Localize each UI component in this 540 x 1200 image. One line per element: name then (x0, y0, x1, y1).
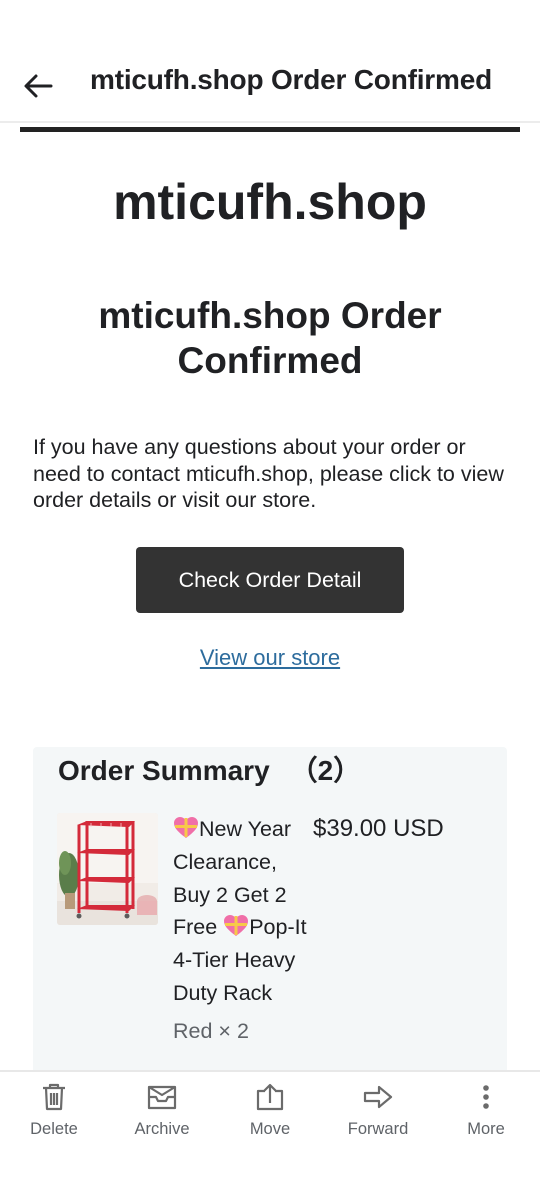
email-body[interactable]: mticufh.shop mticufh.shop Order Confirme… (0, 123, 540, 1070)
product-variant: Red × 2 (173, 1019, 249, 1043)
product-image[interactable] (57, 813, 158, 925)
move-icon (255, 1082, 285, 1112)
trash-icon (39, 1082, 69, 1112)
view-store-link[interactable]: View our store (0, 645, 540, 671)
forward-button[interactable]: Forward (324, 1082, 432, 1152)
archive-button[interactable]: Archive (108, 1082, 216, 1152)
delete-label: Delete (30, 1120, 78, 1138)
archive-label: Archive (134, 1120, 190, 1138)
heart-gift-icon (173, 816, 199, 840)
red-rack-image (57, 813, 158, 925)
move-button[interactable]: Move (216, 1082, 324, 1152)
more-button[interactable]: More (432, 1082, 540, 1152)
order-item-count: （2） (289, 755, 362, 786)
heart-gift-icon (223, 914, 249, 938)
move-label: Move (249, 1120, 291, 1138)
arrow-left-icon (24, 74, 53, 98)
product-name: New Year Clearance, Buy 2 Get 2 Free Pop… (173, 813, 318, 1010)
order-summary-label: Order Summary (58, 755, 270, 786)
header-rule (20, 127, 520, 132)
delete-button[interactable]: Delete (0, 1082, 108, 1152)
order-summary-title: Order Summary （2） (58, 749, 361, 789)
forward-label: Forward (347, 1120, 409, 1138)
product-price: $39.00 USD (313, 815, 444, 842)
forward-icon (363, 1082, 393, 1112)
bottom-action-bar: Delete Archive Move Forward More (0, 1070, 540, 1200)
more-label: More (467, 1120, 505, 1138)
more-vertical-icon (471, 1082, 501, 1112)
top-app-bar: mticufh.shop Order Confirmed (0, 0, 540, 122)
order-summary-card: Order Summary （2） New Year Clearance, Bu… (33, 747, 507, 1070)
intro-paragraph: If you have any questions about your ord… (33, 435, 504, 512)
back-button[interactable] (18, 66, 58, 106)
shop-name: mticufh.shop (113, 174, 427, 230)
archive-icon (147, 1082, 177, 1112)
email-subject-title: mticufh.shop Order Confirmed (90, 64, 492, 95)
check-order-detail-button[interactable]: Check Order Detail (136, 547, 404, 613)
confirmation-heading: mticufh.shop Order Confirmed (98, 295, 442, 381)
